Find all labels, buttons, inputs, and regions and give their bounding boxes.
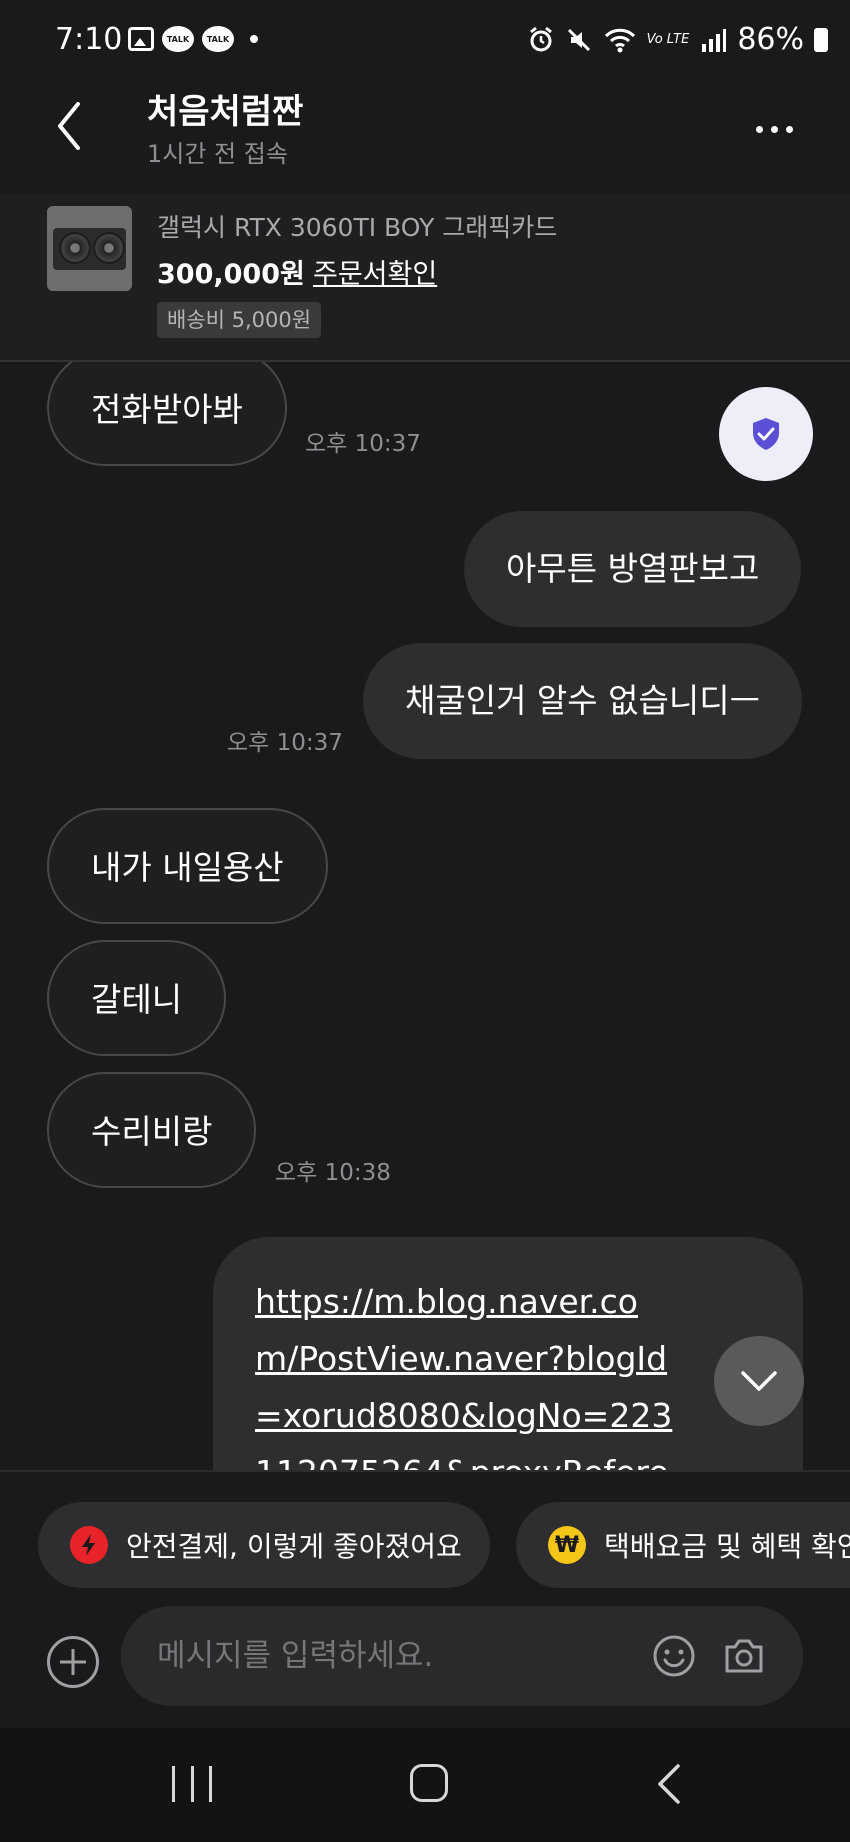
back-arrow-icon <box>658 1764 680 1804</box>
chat-partner-name: 처음처럼짠 <box>147 92 304 132</box>
scroll-to-bottom-button[interactable] <box>714 1336 804 1426</box>
kakaotalk-notification-icon: TALK <box>162 26 194 52</box>
back-button[interactable] <box>50 96 100 166</box>
product-thumbnail[interactable] <box>47 206 132 291</box>
status-bar: 7:10 TALK TALK Vo LTE 86% <box>0 0 850 84</box>
attach-plus-button[interactable] <box>47 1636 99 1688</box>
product-price: 300,000원 <box>157 259 305 290</box>
recents-bar-icon <box>209 1766 212 1802</box>
signal-icon <box>702 28 727 52</box>
lightning-icon <box>70 1526 108 1564</box>
more-dot-icon <box>786 125 793 133</box>
recents-bar-icon <box>190 1766 194 1802</box>
shield-check-icon <box>753 418 779 450</box>
order-confirm-link[interactable]: 주문서확인 <box>313 252 437 291</box>
notification-icons: TALK TALK <box>128 26 258 52</box>
chevron-left-icon <box>58 102 80 150</box>
product-name: 갤럭시 RTX 3060TI BOY 그래픽카드 <box>157 213 558 242</box>
more-options-button[interactable] <box>756 114 806 144</box>
smiley-icon <box>653 1635 695 1677</box>
system-status-icons: Vo LTE 86% <box>527 22 828 57</box>
battery-icon <box>814 27 828 52</box>
camera-button[interactable] <box>721 1633 767 1679</box>
alarm-icon <box>529 26 552 51</box>
chat-message-list[interactable]: 전화받아봐 오후 10:37 아무튼 방열판보고 채굴인거 알수 없습니디ㅡ 오… <box>0 362 850 1470</box>
outgoing-message[interactable]: 아무튼 방열판보고 <box>464 511 802 627</box>
more-notifications-dot-icon <box>250 35 258 43</box>
volte-label: Vo LTE <box>646 32 690 47</box>
safe-payment-chip[interactable]: 안전결제, 이렇게 좋아졌어요 <box>38 1502 490 1588</box>
mute-icon <box>567 28 590 51</box>
message-composer <box>0 1600 850 1728</box>
battery-percent: 86% <box>737 22 804 57</box>
status-time: 7:10 <box>55 22 123 57</box>
outgoing-message[interactable]: 채굴인거 알수 없습니디ㅡ <box>363 643 802 759</box>
fan-graphic <box>93 232 125 264</box>
message-input[interactable] <box>157 1606 597 1706</box>
outgoing-link-message[interactable]: https://m.blog.naver.com/PostView.naver?… <box>213 1237 803 1470</box>
safe-chat-shield-button[interactable] <box>719 387 813 481</box>
home-button[interactable] <box>410 1764 448 1802</box>
won-icon: ₩ <box>548 1526 586 1564</box>
incoming-message[interactable]: 내가 내일용산 <box>47 808 328 924</box>
chat-header: 처음처럼짠 1시간 전 접속 <box>0 84 850 194</box>
shipping-fee-chip[interactable]: ₩ 택배요금 및 혜택 확인 <box>516 1502 850 1588</box>
shared-url-link[interactable]: https://m.blog.naver.com/PostView.naver?… <box>255 1273 675 1470</box>
recents-bar-icon <box>172 1766 175 1802</box>
message-time: 오후 10:37 <box>305 431 421 457</box>
incoming-message[interactable]: 전화받아봐 <box>47 362 287 466</box>
message-time: 오후 10:38 <box>275 1160 391 1186</box>
quick-chips-bar[interactable]: 안전결제, 이렇게 좋아졌어요 ₩ 택배요금 및 혜택 확인 <box>0 1470 850 1600</box>
kakaotalk-notification-icon-2: TALK <box>202 26 234 52</box>
fan-graphic <box>59 232 91 264</box>
incoming-message[interactable]: 수리비랑 <box>47 1072 257 1188</box>
more-dot-icon <box>771 125 778 133</box>
chevron-down-icon <box>741 1371 777 1391</box>
last-seen-status: 1시간 전 접속 <box>147 140 288 168</box>
chip-label: 안전결제, 이렇게 좋아졌어요 <box>126 1530 462 1563</box>
product-info-bar[interactable]: 갤럭시 RTX 3060TI BOY 그래픽카드 300,000원 주문서확인 … <box>0 194 850 362</box>
more-dot-icon <box>756 125 763 133</box>
incoming-message[interactable]: 갈테니 <box>47 940 227 1056</box>
system-back-button[interactable] <box>652 1762 688 1806</box>
recent-apps-button[interactable] <box>172 1766 212 1802</box>
camera-icon <box>725 1639 763 1673</box>
chip-label: 택배요금 및 혜택 확인 <box>604 1530 850 1563</box>
message-field[interactable] <box>121 1606 803 1706</box>
system-navigation-bar <box>0 1728 850 1842</box>
message-time: 오후 10:37 <box>227 730 343 756</box>
emoji-button[interactable] <box>651 1633 697 1679</box>
wifi-icon <box>604 28 635 52</box>
shipping-fee-badge: 배송비 5,000원 <box>157 302 322 338</box>
gallery-notification-icon <box>128 27 154 51</box>
